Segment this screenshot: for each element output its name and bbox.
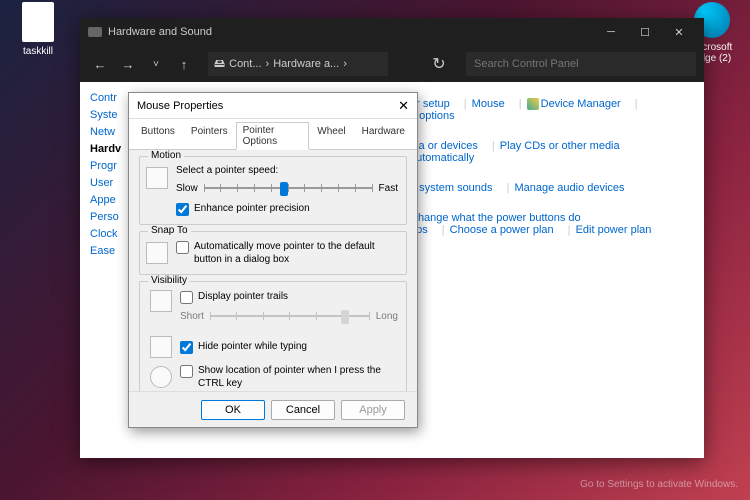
link[interactable]: Change what the power buttons do <box>410 212 581 224</box>
file-icon <box>22 2 54 42</box>
close-button[interactable]: ✕ <box>662 26 696 39</box>
shield-icon <box>527 98 539 110</box>
dialog-titlebar: Mouse Properties ✕ <box>129 93 417 119</box>
trail-length-slider <box>210 308 370 324</box>
pointer-trails-checkbox[interactable]: Display pointer trails <box>180 290 398 304</box>
snap-icon <box>146 242 168 264</box>
dialog-title: Mouse Properties <box>137 100 223 112</box>
pointer-icon <box>146 167 168 189</box>
dialog-buttons: OK Cancel Apply <box>129 391 417 427</box>
window-title: Hardware and Sound <box>108 26 212 38</box>
navbar: ← → ˅ ↑ 🖴 Cont...› Hardware a...› ↻ <box>80 46 704 82</box>
ok-button[interactable]: OK <box>201 400 265 420</box>
tabs: Buttons Pointers Pointer Options Wheel H… <box>129 119 417 150</box>
dialog-close-button[interactable]: ✕ <box>398 98 409 114</box>
trails-icon <box>150 290 172 312</box>
group-visibility: Visibility Display pointer trails Short … <box>139 281 407 391</box>
apply-button: Apply <box>341 400 405 420</box>
hide-while-typing-checkbox[interactable]: Hide pointer while typing <box>180 340 307 354</box>
pointer-speed-slider[interactable] <box>204 180 373 196</box>
group-motion: Motion Select a pointer speed: Slow Fast… <box>139 156 407 225</box>
speed-label: Select a pointer speed: <box>176 165 398 176</box>
window-icon <box>88 27 102 37</box>
link-mouse[interactable]: Mouse <box>472 98 505 110</box>
tab-hardware[interactable]: Hardware <box>354 122 413 149</box>
link[interactable]: Edit power plan <box>576 224 652 236</box>
tab-wheel[interactable]: Wheel <box>309 122 353 149</box>
tab-pointers[interactable]: Pointers <box>183 122 236 149</box>
tab-pointer-options[interactable]: Pointer Options <box>236 122 310 150</box>
refresh-button[interactable]: ↻ <box>424 54 454 74</box>
forward-button[interactable]: → <box>116 57 140 72</box>
tab-buttons[interactable]: Buttons <box>133 122 183 149</box>
mouse-properties-dialog: Mouse Properties ✕ Buttons Pointers Poin… <box>128 92 418 428</box>
show-ctrl-location-checkbox[interactable]: Show location of pointer when I press th… <box>180 364 398 390</box>
icon-label: taskkill <box>8 46 68 57</box>
search-input[interactable] <box>466 52 696 76</box>
link[interactable]: dia or devices <box>410 140 478 152</box>
watermark: Go to Settings to activate Windows. <box>580 479 738 490</box>
enhance-precision-checkbox[interactable]: Enhance pointer precision <box>176 202 398 216</box>
link[interactable]: Manage audio devices <box>514 182 624 194</box>
dialog-body: Motion Select a pointer speed: Slow Fast… <box>129 150 417 391</box>
back-button[interactable]: ← <box>88 57 112 72</box>
device-icon: 🖴 <box>214 55 225 74</box>
group-snap-to: Snap To Automatically move pointer to th… <box>139 231 407 275</box>
titlebar: Hardware and Sound ─ ☐ ✕ <box>80 18 704 46</box>
ctrl-locate-icon <box>150 366 172 388</box>
minimize-button[interactable]: ─ <box>594 26 628 38</box>
maximize-button[interactable]: ☐ <box>628 26 662 39</box>
breadcrumb[interactable]: 🖴 Cont...› Hardware a...› <box>208 52 388 76</box>
up-button[interactable]: ↑ <box>172 57 196 72</box>
snap-to-checkbox[interactable]: Automatically move pointer to the defaul… <box>176 240 398 266</box>
hide-typing-icon <box>150 336 172 358</box>
recent-button[interactable]: ˅ <box>144 59 168 70</box>
desktop-icon-taskkill[interactable]: taskkill <box>8 2 68 57</box>
link[interactable]: Choose a power plan <box>450 224 554 236</box>
link-device-manager[interactable]: Device Manager <box>541 98 621 110</box>
cancel-button[interactable]: Cancel <box>271 400 335 420</box>
link[interactable]: e system sounds <box>410 182 493 194</box>
